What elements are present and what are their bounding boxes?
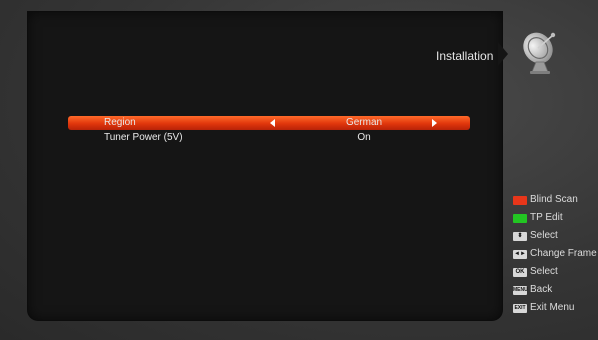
legend-label: Exit Menu — [530, 302, 575, 313]
legend-label: Select — [530, 230, 558, 241]
row-label: Region — [104, 117, 136, 128]
legend-label: Select — [530, 266, 558, 277]
legend-label: TP Edit — [530, 212, 563, 223]
menu-row-region[interactable]: Region German — [68, 116, 470, 130]
row-label: Tuner Power (5V) — [104, 132, 183, 143]
row-value: German — [345, 117, 383, 128]
menu-button-icon: MENU — [513, 286, 528, 295]
legend-label: Blind Scan — [530, 194, 578, 205]
arrow-right-icon[interactable] — [432, 119, 437, 127]
up-down-button-icon: ⬍ — [513, 232, 527, 241]
left-right-button-icon: ◄► — [513, 250, 527, 259]
page-title: Installation — [436, 49, 494, 63]
row-value: On — [357, 132, 371, 143]
red-key-icon — [513, 196, 527, 205]
menu-row-tuner-power[interactable]: Tuner Power (5V) On — [68, 131, 470, 145]
main-panel — [28, 12, 502, 320]
ok-button-icon: OK — [513, 268, 527, 277]
satellite-dish-icon — [516, 28, 564, 76]
green-key-icon — [513, 214, 527, 223]
arrow-left-icon[interactable] — [270, 119, 275, 127]
legend-label: Back — [530, 284, 553, 295]
header-pointer — [498, 42, 508, 66]
exit-button-icon: EXIT — [513, 304, 527, 313]
legend-label: Change Frame — [530, 248, 597, 259]
